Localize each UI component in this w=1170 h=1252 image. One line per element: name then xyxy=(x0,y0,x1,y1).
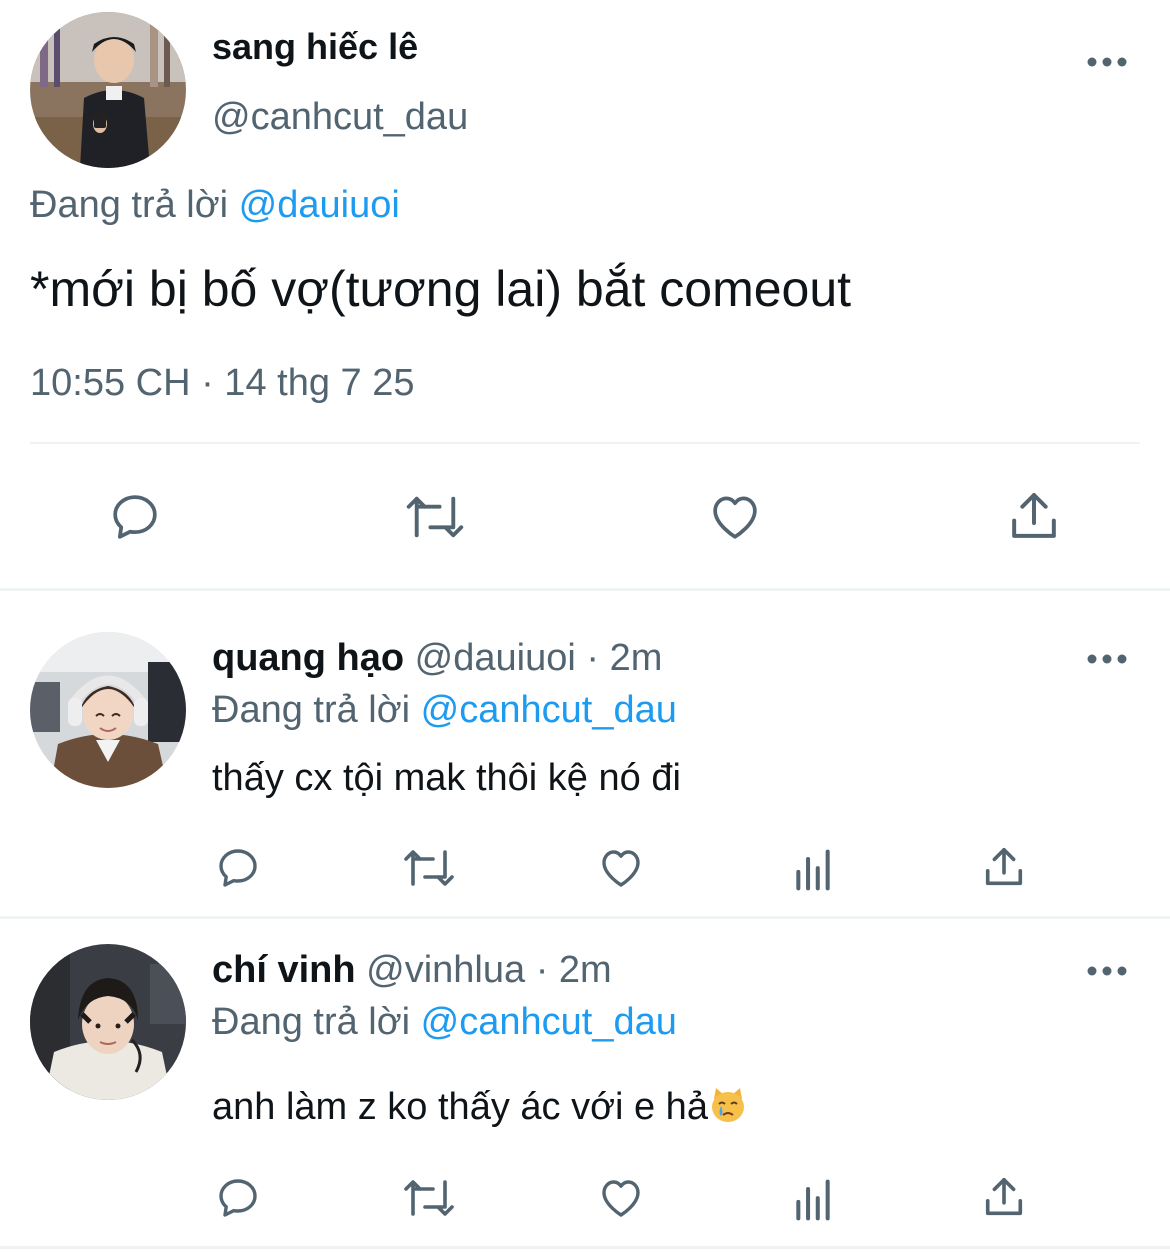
views-icon xyxy=(796,849,830,891)
retweet-button[interactable] xyxy=(401,844,457,892)
retweet-icon xyxy=(406,496,464,538)
retweet-icon xyxy=(404,850,454,886)
like-button[interactable] xyxy=(707,489,763,545)
reply-button[interactable] xyxy=(214,844,262,892)
reply-prefix: Đang trả lời xyxy=(212,689,411,731)
crying-cat-emoji-icon xyxy=(708,1085,748,1125)
more-options-icon[interactable] xyxy=(1087,652,1127,666)
reply-time[interactable]: · 2m xyxy=(536,949,612,991)
share-button[interactable] xyxy=(1006,487,1062,545)
reply-button[interactable] xyxy=(214,1174,262,1222)
handle[interactable]: @canhcut_dau xyxy=(212,96,468,139)
section-divider xyxy=(0,1246,1170,1249)
avatar[interactable] xyxy=(30,944,186,1100)
retweet-icon xyxy=(404,1180,454,1216)
tweet-text-row: anh làm z ko thấy ác với e hả xyxy=(212,1085,748,1129)
reply-to-link[interactable]: @dauiuoi xyxy=(239,184,400,226)
reply-prefix: Đang trả lời xyxy=(212,1001,411,1043)
reply-prefix: Đang trả lời xyxy=(30,184,229,226)
display-name[interactable]: quang hạo xyxy=(212,637,404,679)
section-divider xyxy=(0,588,1170,591)
views-button[interactable] xyxy=(790,1178,836,1222)
reply-context: Đang trả lời @canhcut_dau xyxy=(212,1001,677,1044)
reply-context: Đang trả lời @canhcut_dau xyxy=(212,689,677,732)
reply-to-link[interactable]: @canhcut_dau xyxy=(421,1001,677,1043)
handle[interactable]: @dauiuoi xyxy=(415,637,576,679)
reply-context: Đang trả lời @dauiuoi xyxy=(30,184,400,227)
retweet-button[interactable] xyxy=(403,489,467,545)
handle[interactable]: @vinhlua xyxy=(366,949,525,991)
views-icon xyxy=(796,1179,830,1221)
more-options-icon[interactable] xyxy=(1087,964,1127,978)
share-button[interactable] xyxy=(981,1173,1027,1221)
like-icon xyxy=(713,496,757,539)
share-icon xyxy=(985,1177,1023,1216)
avatar[interactable] xyxy=(30,632,186,788)
reply-to-link[interactable]: @canhcut_dau xyxy=(421,689,677,731)
display-name[interactable]: sang hiếc lê xyxy=(212,26,418,68)
tweet-text: thấy cx tội mak thôi kệ nó đi xyxy=(212,757,681,799)
share-button[interactable] xyxy=(981,843,1027,891)
tweet-timestamp[interactable]: 10:55 CH · 14 thg 7 25 xyxy=(30,362,414,405)
tweet-text: *mới bị bố vợ(tương lai) bắt comeout xyxy=(30,261,852,317)
tweet-text: anh làm z ko thấy ác với e hả xyxy=(212,1086,708,1128)
like-icon xyxy=(602,1180,640,1217)
more-options-icon[interactable] xyxy=(1087,55,1127,69)
reply-header: chí vinh @vinhlua · 2m xyxy=(212,949,612,992)
views-button[interactable] xyxy=(790,848,836,892)
reply-icon xyxy=(113,495,157,539)
share-icon xyxy=(985,847,1023,886)
share-icon xyxy=(1012,493,1056,538)
retweet-button[interactable] xyxy=(401,1174,457,1222)
like-button[interactable] xyxy=(597,844,645,892)
section-divider xyxy=(0,916,1170,919)
reply-icon xyxy=(219,1179,257,1217)
divider xyxy=(30,442,1140,444)
avatar[interactable] xyxy=(30,12,186,168)
like-icon xyxy=(602,850,640,887)
display-name[interactable]: chí vinh xyxy=(212,949,356,991)
reply-button[interactable] xyxy=(107,489,163,545)
reply-time[interactable]: · 2m xyxy=(586,637,662,679)
like-button[interactable] xyxy=(597,1174,645,1222)
reply-icon xyxy=(219,849,257,887)
reply-header: quang hạo @dauiuoi · 2m xyxy=(212,637,662,680)
